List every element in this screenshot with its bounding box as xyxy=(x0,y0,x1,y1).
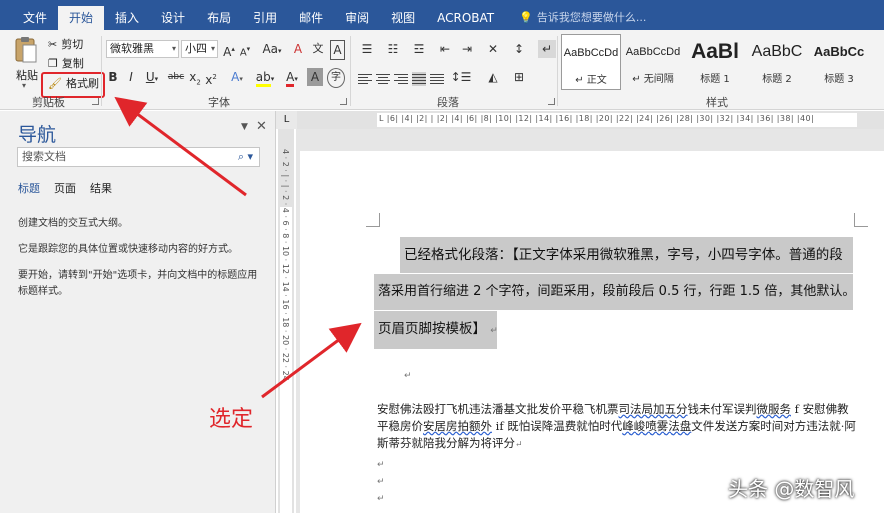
arrow-to-selection xyxy=(261,322,362,399)
annotation-arrows xyxy=(114,96,362,399)
watermark: 头条 @数智风 xyxy=(728,477,855,501)
annotation-label: 选定 xyxy=(209,407,254,432)
arrow-to-format-painter xyxy=(114,96,247,197)
